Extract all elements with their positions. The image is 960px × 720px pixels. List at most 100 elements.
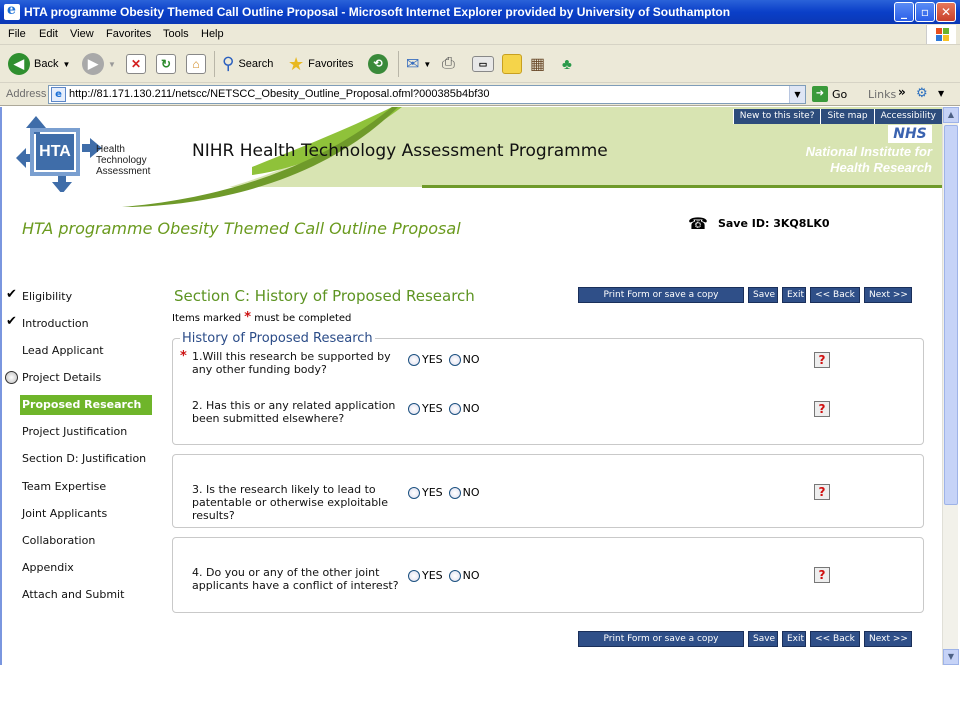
sidebar-item-collaboration[interactable]: Collaboration — [22, 531, 95, 551]
q1-yes-radio[interactable] — [408, 353, 420, 366]
mail-button[interactable]: ✉ ▼ — [406, 51, 431, 77]
sidebar-item-appendix[interactable]: Appendix — [22, 558, 74, 578]
links-chevron-icon[interactable]: » — [898, 85, 906, 99]
history-button[interactable]: ⟲ — [368, 51, 388, 77]
back-nav-button[interactable]: << Back — [810, 287, 860, 303]
exit-button[interactable]: Exit — [782, 287, 806, 303]
menu-file[interactable]: File — [8, 28, 26, 40]
menu-edit[interactable]: Edit — [39, 28, 58, 40]
page-icon: e — [51, 87, 66, 102]
dropdown-arrow-icon: ▼ — [423, 59, 432, 69]
sidebar-item-joint-applicants[interactable]: Joint Applicants — [22, 504, 107, 524]
maximize-button[interactable]: ▫ — [915, 2, 935, 22]
q2-no-label: NO — [462, 402, 480, 415]
home-button[interactable]: ⌂ — [186, 51, 206, 77]
accessibility-link[interactable]: Accessibility — [873, 109, 942, 124]
window-title-bar[interactable]: HTA programme Obesity Themed Call Outlin… — [0, 0, 960, 24]
favorites-button[interactable]: ★ Favorites — [288, 51, 353, 77]
checkmark-icon: ✔ — [6, 287, 17, 302]
sidebar-item-proposed-research[interactable]: Proposed Research — [20, 395, 152, 415]
printer-icon: ⎙ — [442, 55, 455, 72]
back-label: Back — [34, 58, 59, 70]
sidebar-item-project-details[interactable]: Project Details — [22, 368, 101, 388]
menu-view[interactable]: View — [70, 28, 94, 40]
edit-button[interactable]: ▭ — [472, 51, 494, 77]
form-buttons-bottom: Print Form or save a copy Save Exit << B… — [578, 631, 912, 647]
sidebar-item-project-justification[interactable]: Project Justification — [22, 422, 127, 442]
research-icon: ▦ — [530, 56, 546, 73]
sidebar-item-lead-applicant[interactable]: Lead Applicant — [22, 341, 104, 361]
scroll-down-button[interactable]: ▼ — [943, 649, 959, 665]
print-button[interactable]: ⎙ — [442, 51, 455, 77]
toolbar-separator — [398, 51, 399, 77]
go-button[interactable]: ➜ Go — [812, 86, 847, 102]
vertical-scrollbar[interactable]: ▲ ▼ — [942, 107, 959, 665]
back-button[interactable]: ◀ Back ▼ — [8, 51, 70, 77]
save-button[interactable]: Save — [748, 287, 778, 303]
hta-logo-mark: HTA — [36, 134, 74, 170]
refresh-button[interactable]: ↻ — [156, 51, 176, 77]
research-button[interactable]: ▦ — [530, 51, 545, 77]
toolbar-separator — [214, 51, 215, 77]
help-icon[interactable]: ? — [814, 484, 830, 500]
scroll-up-button[interactable]: ▲ — [943, 107, 959, 123]
q1-no-label: NO — [462, 353, 480, 366]
help-icon[interactable]: ? — [814, 401, 830, 417]
search-label: Search — [238, 58, 274, 70]
q4-no-radio[interactable] — [448, 569, 461, 582]
sidebar-item-team-expertise[interactable]: Team Expertise — [22, 477, 106, 497]
sidebar-item-introduction[interactable]: Introduction — [22, 314, 89, 334]
address-input[interactable]: e http://81.171.130.211/netscc/NETSCC_Ob… — [48, 85, 806, 104]
sidebar-item-section-d[interactable]: Section D: Justification — [22, 449, 146, 469]
q2-yes-radio[interactable] — [408, 402, 420, 415]
scroll-thumb[interactable] — [944, 125, 958, 505]
sidebar-item-eligibility[interactable]: Eligibility — [22, 287, 72, 307]
q3-no-radio[interactable] — [448, 486, 461, 499]
help-icon[interactable]: ? — [814, 352, 830, 368]
search-button[interactable]: ⚲ Search — [222, 51, 273, 77]
search-icon: ⚲ — [222, 54, 235, 73]
stop-button[interactable]: ✕ — [126, 51, 146, 77]
q4-yes-radio[interactable] — [408, 569, 420, 582]
in-progress-icon — [5, 371, 18, 384]
messenger-button[interactable]: ♣ — [562, 51, 572, 77]
question-4-radios: YES NO — [408, 569, 480, 582]
nihr-org-name: National Institute for Health Research — [805, 144, 932, 175]
programme-title: NIHR Health Technology Assessment Progra… — [192, 141, 608, 161]
links-label[interactable]: Links — [868, 88, 896, 101]
q1-yes-label: YES — [422, 353, 443, 366]
save-button[interactable]: Save — [748, 631, 778, 647]
menu-favorites[interactable]: Favorites — [106, 28, 151, 40]
nhs-logo: NHS — [888, 125, 932, 143]
required-star-icon: * — [180, 349, 187, 364]
phone-icon: ☎ — [688, 214, 708, 233]
q1-no-radio[interactable] — [448, 353, 461, 366]
forward-button[interactable]: ▶ ▼ — [82, 51, 116, 77]
new-to-site-link[interactable]: New to this site? — [732, 109, 821, 124]
help-icon[interactable]: ? — [814, 567, 830, 583]
q3-yes-radio[interactable] — [408, 486, 420, 499]
sidebar-item-attach-submit[interactable]: Attach and Submit — [22, 585, 124, 605]
edit-icon: ▭ — [472, 56, 494, 72]
question-3: 3. Is the research likely to lead to pat… — [192, 483, 389, 522]
site-map-link[interactable]: Site map — [820, 109, 873, 124]
address-dropdown-button[interactable]: ▼ — [789, 86, 805, 103]
menu-help[interactable]: Help — [201, 28, 224, 40]
menu-tools[interactable]: Tools — [163, 28, 189, 40]
next-button[interactable]: Next >> — [864, 631, 912, 647]
minimize-button[interactable]: _ — [894, 2, 914, 22]
print-form-button[interactable]: Print Form or save a copy — [578, 287, 744, 303]
hta-logo-text: Health Technology Assessment — [96, 144, 151, 177]
messenger-icon: ♣ — [562, 55, 572, 73]
discuss-button[interactable] — [502, 51, 522, 77]
close-button[interactable]: ✕ — [936, 2, 956, 22]
exit-button[interactable]: Exit — [782, 631, 806, 647]
back-nav-button[interactable]: << Back — [810, 631, 860, 647]
q2-no-radio[interactable] — [448, 402, 461, 415]
windows-logo-icon — [926, 25, 956, 44]
next-button[interactable]: Next >> — [864, 287, 912, 303]
extension-icon[interactable]: ⚙ — [916, 86, 928, 101]
go-arrow-icon: ➜ — [812, 86, 828, 102]
print-form-button[interactable]: Print Form or save a copy — [578, 631, 744, 647]
dropdown-arrow-icon[interactable]: ▼ — [938, 89, 944, 98]
